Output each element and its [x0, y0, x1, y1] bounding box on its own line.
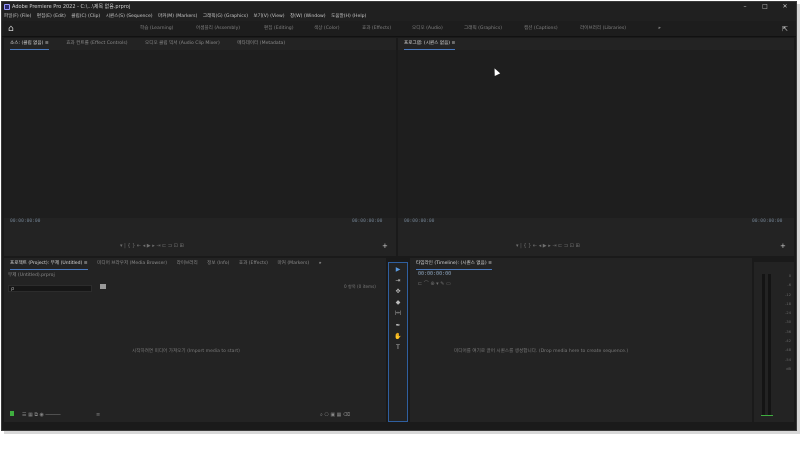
window-title: Adobe Premiere Pro 2022 - C:\...\제목 없음.p… — [12, 4, 131, 10]
tab-effect-controls[interactable]: 효과 컨트롤 (Effect Controls) — [66, 38, 127, 49]
workspace-audio[interactable]: 오디오 (Audio) — [412, 21, 443, 37]
meter-tick: 0 — [788, 274, 791, 278]
timeline-tool-icons[interactable]: ⊏ ⌒ ⊕ ▾ ✎ ▭ — [418, 280, 451, 287]
track-select-tool-icon[interactable]: ⇥ — [389, 276, 407, 286]
workspace-effects[interactable]: 효과 (Effects) — [362, 21, 391, 37]
source-timecode-duration: 00:00:00:00 — [352, 219, 383, 224]
source-timecode-in[interactable]: 00:00:00:00 — [10, 219, 40, 224]
project-file-name: 무제 (Untitled).prproj — [8, 273, 55, 278]
meter-tick: -36 — [785, 329, 791, 334]
workspace-bar: ⌂ 학습 (Learning) 어셈블리 (Assembly) 편집 (Edit… — [2, 21, 796, 37]
program-monitor-panel: 프로그램: (시퀀스 없음) ≡ 00:00:00:00 00:00:00:00… — [398, 38, 794, 256]
program-viewer[interactable] — [398, 50, 794, 218]
menu-view[interactable]: 보기(V) (View) — [251, 12, 286, 21]
selection-tool-icon[interactable]: ▶ — [389, 265, 407, 275]
menu-edit[interactable]: 편집(E) (Edit) — [35, 12, 68, 21]
menu-file[interactable]: 파일(F) (File) — [2, 12, 33, 21]
audio-meter-scale: 0 -6 -12 -18 -24 -30 -36 -42 -48 -54 dB — [781, 272, 791, 374]
source-transport-controls[interactable]: ▾ | { } ⇤ ◂ ▶ ▸ ⇥ ⊏ ⊐ ⊡ ⊞ — [120, 243, 184, 251]
meter-tick: -12 — [785, 292, 791, 297]
sort-icon[interactable]: ≡ — [96, 412, 100, 418]
tab-project[interactable]: 프로젝트 (Project): 무제 (Untitled) ≡ — [10, 258, 88, 270]
workspace-assembly[interactable]: 어셈블리 (Assembly) — [196, 21, 240, 37]
project-footer-icons[interactable]: ⌕ ⎔ ▣ ▦ ⌫ — [320, 412, 350, 418]
minimize-button[interactable]: – — [738, 2, 752, 12]
program-timecode-duration: 00:00:00:00 — [752, 219, 783, 224]
type-tool-icon[interactable]: T — [389, 343, 407, 353]
status-bar — [2, 422, 796, 430]
program-timecode[interactable]: 00:00:00:00 — [404, 219, 434, 224]
timeline-panel-tabs: 타임라인 (Timeline): (시퀀스 없음) ≡ — [410, 258, 752, 270]
hand-tool-icon[interactable]: ✋ — [389, 332, 407, 342]
ripple-edit-tool-icon[interactable]: ✥ — [389, 287, 407, 297]
project-panel-tabs: 프로젝트 (Project): 무제 (Untitled) ≡ 미디어 브라우저… — [4, 258, 386, 270]
program-add-button[interactable]: + — [780, 242, 786, 250]
workspace-graphics[interactable]: 그래픽 (Graphics) — [464, 21, 502, 37]
meter-tick: -30 — [785, 320, 791, 325]
audio-meter-level — [761, 415, 773, 416]
meter-tick: -42 — [785, 339, 791, 344]
meter-tick: dB — [786, 366, 791, 371]
title-bar: Adobe Premiere Pro 2022 - C:\...\제목 없음.p… — [2, 2, 796, 12]
meter-tick: -54 — [785, 357, 791, 362]
menu-clip[interactable]: 클립(C) (Clip) — [69, 12, 102, 21]
workspace-color[interactable]: 색상 (Color) — [314, 21, 340, 37]
tab-markers[interactable]: 마커 (Markers) — [277, 258, 309, 269]
view-mode-icons[interactable]: ☰ ▦ ⧉ ◉ ───── — [22, 412, 61, 418]
meter-tick: -6 — [787, 283, 791, 288]
panel-more-icon[interactable]: » — [319, 258, 322, 269]
project-search-input[interactable]: ρ — [8, 285, 92, 292]
project-item-count: 0 항목 (0 items) — [344, 284, 376, 289]
tab-metadata[interactable]: 메타데이터 (Metadata) — [237, 38, 285, 49]
maximize-button[interactable]: □ — [758, 2, 772, 12]
tab-info[interactable]: 정보 (Info) — [207, 258, 229, 269]
workspace-more-icon[interactable]: » — [658, 21, 661, 37]
pen-tool-icon[interactable]: ✒ — [389, 321, 407, 331]
new-bin-icon[interactable] — [100, 284, 106, 289]
timeline-timecode[interactable]: 00:00:00:00 — [418, 271, 451, 277]
import-media-hint: 시작하려면 미디어 가져오기 (Import media to start) — [132, 349, 240, 354]
tab-effects[interactable]: 효과 (Effects) — [239, 258, 268, 269]
meter-tick: -24 — [785, 311, 791, 316]
tab-audio-clip-mixer[interactable]: 오디오 클립 믹서 (Audio Clip Mixer) — [145, 38, 220, 49]
meter-tick: -48 — [785, 348, 791, 353]
meter-tick: -18 — [785, 301, 791, 306]
workspace-libraries[interactable]: 라이브러리 (Libraries) — [580, 21, 626, 37]
tab-libraries[interactable]: 라이브러리 — [177, 258, 198, 269]
source-add-button[interactable]: + — [382, 242, 388, 250]
drop-media-hint: 미디어를 여기로 끌어 시퀀스를 생성합니다. (Drop media here… — [454, 349, 629, 354]
workspace-editing[interactable]: 편집 (Editing) — [264, 21, 294, 37]
source-panel-tabs: 소스: (클립 없음) ≡ 효과 컨트롤 (Effect Controls) 오… — [4, 38, 396, 50]
program-transport-controls[interactable]: ▾ | { } ⇤ ◂ ▶ ▸ ⇥ ⊏ ⊐ ⊡ ⊞ — [516, 243, 580, 251]
premiere-app-icon — [4, 4, 10, 10]
menu-markers[interactable]: 마커(M) (Markers) — [156, 12, 199, 21]
home-icon[interactable]: ⌂ — [8, 24, 18, 34]
quick-export-icon[interactable]: ⇱ — [782, 21, 788, 37]
pencil-icon[interactable] — [10, 411, 14, 416]
tab-timeline[interactable]: 타임라인 (Timeline): (시퀀스 없음) ≡ — [416, 258, 492, 270]
audio-meter-panel: 0 -6 -12 -18 -24 -30 -36 -42 -48 -54 dB — [754, 262, 794, 422]
slip-tool-icon[interactable]: |↔| — [389, 309, 407, 319]
tab-program[interactable]: 프로그램: (시퀀스 없음) ≡ — [404, 38, 456, 50]
tab-source[interactable]: 소스: (클립 없음) ≡ — [10, 38, 49, 50]
project-panel: 프로젝트 (Project): 무제 (Untitled) ≡ 미디어 브라우저… — [4, 258, 386, 422]
program-panel-tabs: 프로그램: (시퀀스 없음) ≡ — [398, 38, 794, 50]
menu-window[interactable]: 창(W) (Window) — [288, 12, 328, 21]
menu-sequence[interactable]: 시퀀스(S) (Sequence) — [104, 12, 155, 21]
audio-meter-right — [768, 274, 771, 416]
workspace-captions[interactable]: 캡션 (Captions) — [524, 21, 558, 37]
tab-media-browser[interactable]: 미디어 브라우저 (Media Browser) — [97, 258, 167, 269]
timeline-panel: 타임라인 (Timeline): (시퀀스 없음) ≡ 00:00:00:00 … — [410, 258, 752, 422]
close-button[interactable]: ✕ — [778, 2, 792, 12]
menu-graphics[interactable]: 그래픽(G) (Graphics) — [201, 12, 250, 21]
menu-help[interactable]: 도움말(H) (Help) — [329, 12, 368, 21]
tools-panel: ▶ ⇥ ✥ ◆ |↔| ✒ ✋ T — [388, 262, 408, 422]
workspace-learning[interactable]: 학습 (Learning) — [140, 21, 173, 37]
premiere-window: Adobe Premiere Pro 2022 - C:\...\제목 없음.p… — [1, 1, 797, 431]
razor-tool-icon[interactable]: ◆ — [389, 298, 407, 308]
audio-meter-left — [762, 274, 765, 416]
source-monitor-panel: 소스: (클립 없음) ≡ 효과 컨트롤 (Effect Controls) 오… — [4, 38, 396, 256]
source-viewer[interactable] — [4, 50, 396, 218]
menu-bar: 파일(F) (File) 편집(E) (Edit) 클립(C) (Clip) 시… — [2, 12, 796, 21]
